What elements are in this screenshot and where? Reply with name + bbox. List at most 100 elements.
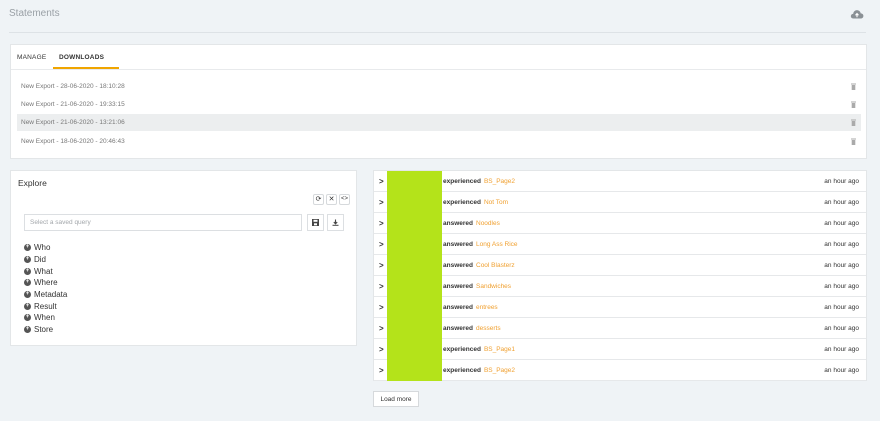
plus-circle-icon: + bbox=[24, 267, 31, 275]
export-item[interactable]: New Export - 21-06-2020 - 19:33:15 bbox=[17, 96, 861, 113]
statement-verb: answered bbox=[443, 283, 473, 290]
filter-label: Store bbox=[34, 325, 54, 335]
chevron-right-icon[interactable]: > bbox=[379, 345, 384, 354]
chevron-right-icon[interactable]: > bbox=[379, 261, 384, 270]
chevron-right-icon[interactable]: > bbox=[379, 240, 384, 249]
tab-manage[interactable]: MANAGE bbox=[17, 54, 46, 61]
filter-who[interactable]: + Who bbox=[24, 242, 67, 254]
actor-avatar bbox=[387, 339, 442, 360]
statement-object-link[interactable]: BS_Page1 bbox=[484, 346, 515, 353]
filter-store[interactable]: + Store bbox=[24, 324, 67, 336]
explore-title: Explore bbox=[18, 178, 47, 188]
actor-avatar bbox=[387, 213, 442, 234]
statement-text: answered desserts bbox=[443, 325, 501, 332]
chevron-right-icon[interactable]: > bbox=[379, 198, 384, 207]
explore-panel: Explore ⟳ ✕ <> +Who +Did +What +Where +M… bbox=[10, 170, 357, 346]
statement-verb: answered bbox=[443, 262, 473, 269]
export-item[interactable]: New Export - 28-06-2020 - 18:10:28 bbox=[17, 78, 861, 95]
download-icon bbox=[332, 219, 339, 226]
tab-bar: MANAGE DOWNLOADS bbox=[11, 45, 866, 70]
statement-row[interactable]: > experienced BS_Page2 an hour ago bbox=[374, 171, 866, 192]
statement-text: answered Sandwiches bbox=[443, 283, 511, 290]
chevron-right-icon[interactable]: > bbox=[379, 219, 384, 228]
plus-circle-icon: + bbox=[24, 302, 31, 310]
tab-downloads[interactable]: DOWNLOADS bbox=[59, 54, 104, 61]
trash-icon[interactable] bbox=[851, 138, 856, 145]
statement-verb: answered bbox=[443, 325, 473, 332]
filter-metadata[interactable]: + Metadata bbox=[24, 289, 67, 301]
filter-label: Did bbox=[34, 255, 47, 265]
statement-verb: experienced bbox=[443, 178, 481, 185]
export-item[interactable]: New Export - 18-06-2020 - 20:46:43 bbox=[17, 133, 861, 150]
exports-panel: MANAGE DOWNLOADS New Export - 28-06-2020… bbox=[10, 44, 867, 159]
actor-avatar bbox=[387, 192, 442, 213]
statement-row[interactable]: > answered desserts an hour ago bbox=[374, 318, 866, 339]
header-divider bbox=[9, 32, 866, 33]
statement-object-link[interactable]: Long Ass Rice bbox=[476, 241, 518, 248]
chevron-right-icon[interactable]: > bbox=[379, 303, 384, 312]
filter-what[interactable]: + What bbox=[24, 265, 67, 277]
filter-where[interactable]: + Where bbox=[24, 277, 67, 289]
statements-list: > experienced BS_Page2 an hour ago > experien… bbox=[373, 170, 867, 381]
filter-when[interactable]: + When bbox=[24, 312, 67, 324]
actor-avatar bbox=[387, 171, 442, 192]
statement-timestamp: an hour ago bbox=[824, 346, 859, 353]
plus-circle-icon: + bbox=[24, 314, 31, 322]
filter-result[interactable]: + Result bbox=[24, 300, 67, 312]
statement-row[interactable]: > answered Sandwiches an hour ago bbox=[374, 276, 866, 297]
statement-row[interactable]: > experienced BS_Page2 an hour ago bbox=[374, 360, 866, 381]
chevron-right-icon[interactable]: > bbox=[379, 324, 384, 333]
statement-timestamp: an hour ago bbox=[824, 241, 859, 248]
statement-object-link[interactable]: BS_Page2 bbox=[484, 367, 515, 374]
statement-object-link[interactable]: Sandwiches bbox=[476, 283, 511, 290]
saved-query-input[interactable] bbox=[24, 214, 302, 231]
filter-list: + Who + Did + What + Where + Metadata + Result… bbox=[24, 242, 67, 336]
refresh-icon[interactable]: ⟳ bbox=[313, 194, 324, 205]
statement-object-link[interactable]: desserts bbox=[476, 325, 501, 332]
active-tab-indicator bbox=[53, 67, 119, 69]
statement-row[interactable]: > answered Noodles an hour ago bbox=[374, 213, 866, 234]
cloud-upload-icon[interactable] bbox=[850, 8, 864, 20]
actor-avatar bbox=[387, 360, 442, 381]
plus-circle-icon: + bbox=[24, 256, 31, 264]
statement-verb: answered bbox=[443, 241, 473, 248]
statement-text: experienced BS_Page2 bbox=[443, 178, 515, 185]
load-more-button[interactable]: Load more bbox=[373, 391, 419, 407]
statement-verb: answered bbox=[443, 220, 473, 227]
save-icon bbox=[312, 219, 319, 226]
export-label: New Export - 21-06-2020 - 13:21:06 bbox=[21, 119, 125, 126]
statement-row[interactable]: > answered Long Ass Rice an hour ago bbox=[374, 234, 866, 255]
trash-icon[interactable] bbox=[851, 83, 856, 90]
actor-avatar bbox=[387, 276, 442, 297]
trash-icon[interactable] bbox=[851, 101, 856, 108]
filter-did[interactable]: + Did bbox=[24, 254, 67, 266]
export-label: New Export - 18-06-2020 - 20:46:43 bbox=[21, 138, 125, 145]
plus-circle-icon: + bbox=[24, 244, 31, 252]
actor-avatar bbox=[387, 318, 442, 339]
chevron-right-icon[interactable]: > bbox=[379, 177, 384, 186]
trash-icon[interactable] bbox=[851, 119, 856, 126]
statement-row[interactable]: > answered Cool Blasterz an hour ago bbox=[374, 255, 866, 276]
statement-object-link[interactable]: BS_Page2 bbox=[484, 178, 515, 185]
statement-object-link[interactable]: entrees bbox=[476, 304, 498, 311]
export-label: New Export - 21-06-2020 - 19:33:15 bbox=[21, 101, 125, 108]
filter-label: Who bbox=[34, 243, 51, 253]
statement-text: experienced BS_Page1 bbox=[443, 346, 515, 353]
export-item[interactable]: New Export - 21-06-2020 - 13:21:06 bbox=[17, 114, 861, 131]
code-icon[interactable]: <> bbox=[339, 194, 350, 205]
statement-object-link[interactable]: Not Tom bbox=[484, 199, 508, 206]
statement-timestamp: an hour ago bbox=[824, 178, 859, 185]
save-query-button[interactable] bbox=[307, 214, 324, 231]
chevron-right-icon[interactable]: > bbox=[379, 366, 384, 375]
chevron-right-icon[interactable]: > bbox=[379, 282, 384, 291]
close-icon[interactable]: ✕ bbox=[326, 194, 337, 205]
download-query-button[interactable] bbox=[327, 214, 344, 231]
statement-object-link[interactable]: Noodles bbox=[476, 220, 500, 227]
statement-object-link[interactable]: Cool Blasterz bbox=[476, 262, 515, 269]
statement-row[interactable]: > experienced BS_Page1 an hour ago bbox=[374, 339, 866, 360]
plus-circle-icon: + bbox=[24, 291, 31, 299]
statement-row[interactable]: > answered entrees an hour ago bbox=[374, 297, 866, 318]
statement-row[interactable]: > experienced Not Tom an hour ago bbox=[374, 192, 866, 213]
page-title: Statements bbox=[9, 8, 60, 19]
statement-text: answered Cool Blasterz bbox=[443, 262, 515, 269]
